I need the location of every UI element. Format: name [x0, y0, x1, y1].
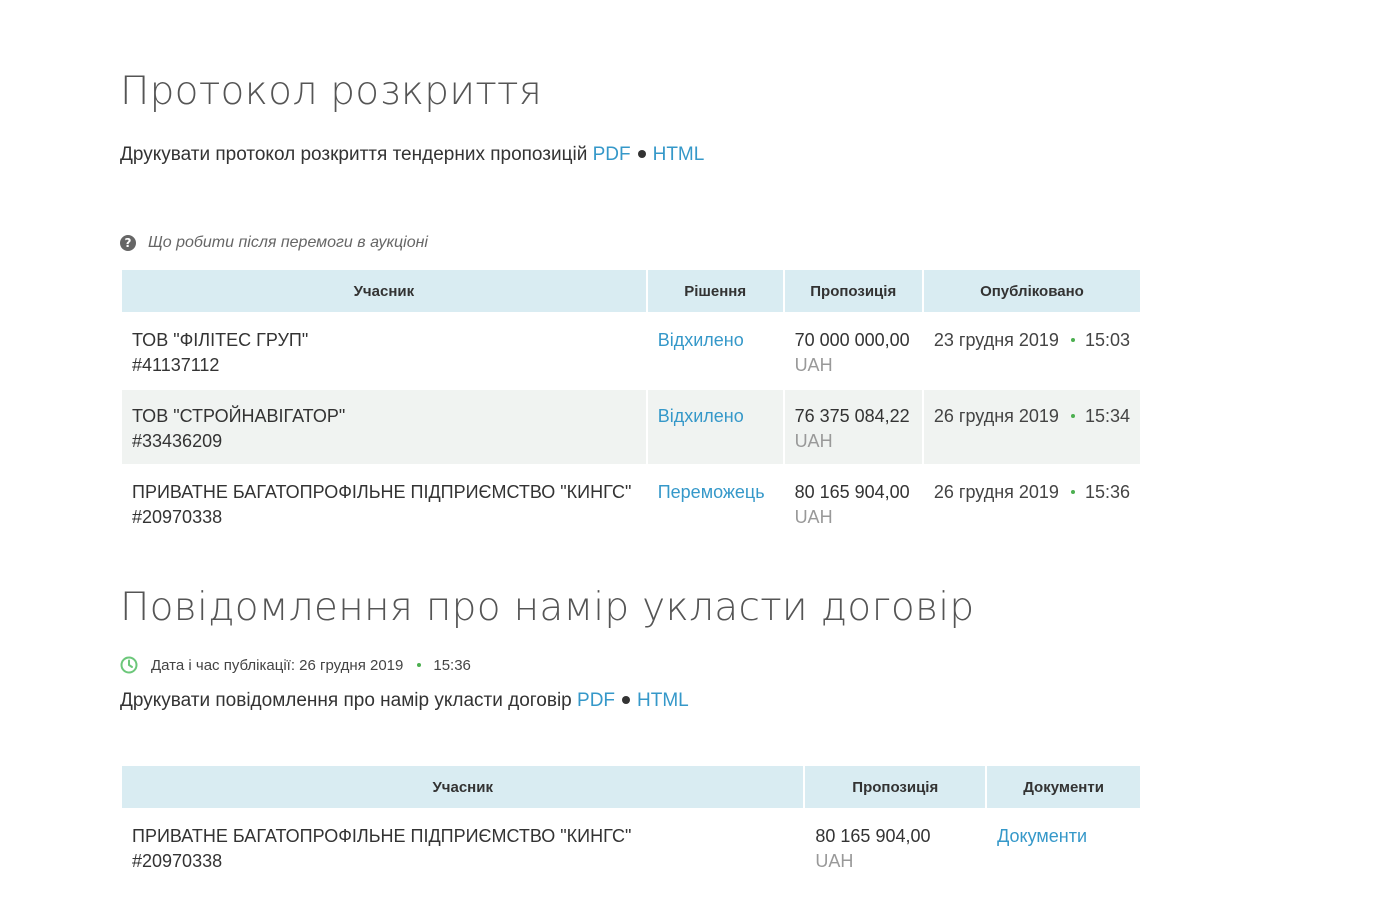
published-cell: 26 грудня 2019 15:34 — [923, 390, 1140, 464]
decision-link[interactable]: Відхилено — [658, 406, 744, 426]
column-header: Опубліковано — [923, 270, 1140, 312]
participant-cell: ПРИВАТНЕ БАГАТОПРОФІЛЬНЕ ПІДПРИЄМСТВО "К… — [122, 810, 803, 884]
green-dot — [1070, 337, 1075, 342]
clock-icon — [120, 656, 138, 674]
print-protocol-text: Друкувати протокол розкриття тендерних п… — [120, 144, 588, 165]
amount-cell: 80 165 904,00 UAH — [785, 466, 922, 540]
participant-name: ТОВ "СТРОЙНАВІГАТОР" — [132, 406, 346, 426]
table-row: ТОВ "СТРОЙНАВІГАТОР" #33436209 Відхилено … — [122, 390, 1140, 464]
published-time: 15:03 — [1084, 330, 1130, 350]
published-cell: 23 грудня 2019 15:03 — [924, 314, 1140, 388]
published-date: 23 грудня 2019 — [933, 330, 1059, 350]
question-circle-icon: ? — [120, 235, 136, 251]
print-notice-text: Друкувати повідомлення про намір укласти… — [120, 690, 572, 711]
amount-cell: 76 375 084,22 UAH — [784, 390, 922, 464]
decision-cell: Відхилено — [647, 390, 783, 464]
decision-cell: Переможець — [648, 466, 783, 540]
participant-cell: ПРИВАТНЕ БАГАТОПРОФІЛЬНЕ ПІДПРИЄМСТВО "К… — [122, 466, 646, 540]
table-row: ПРИВАТНЕ БАГАТОПРОФІЛЬНЕ ПІДПРИЄМСТВО "К… — [122, 810, 1140, 884]
column-header: Учасник — [122, 270, 646, 312]
documents-cell: Документи — [987, 810, 1140, 884]
column-header: Документи — [987, 766, 1140, 808]
notice-title: Повідомлення про намір укласти договір — [120, 585, 975, 630]
currency: UAH — [794, 355, 833, 375]
decision-cell: Відхилено — [648, 314, 783, 388]
participant-name: ПРИВАТНЕ БАГАТОПРОФІЛЬНЕ ПІДПРИЄМСТВО "К… — [132, 826, 632, 846]
decision-link[interactable]: Відхилено — [658, 330, 744, 350]
amount-cell: 70 000 000,00 UAH — [785, 314, 922, 388]
column-header: Пропозиція — [784, 270, 922, 312]
green-dot — [1070, 413, 1075, 418]
table-row: ТОВ "ФІЛІТЕС ГРУП" #41137112 Відхилено 70… — [122, 314, 1140, 388]
green-dot — [417, 663, 422, 667]
separator-dot — [637, 149, 646, 158]
protocol-pdf-link[interactable]: PDF — [593, 144, 631, 165]
participant-code: #33436209 — [132, 431, 223, 451]
published-date: 26 грудня 2019 — [933, 482, 1059, 502]
table-row: ПРИВАТНЕ БАГАТОПРОФІЛЬНЕ ПІДПРИЄМСТВО "К… — [122, 466, 1140, 540]
table-header-row: Учасник Рішення Пропозиція Опубліковано — [122, 270, 1140, 312]
amount-value: 70 000 000,00 — [794, 330, 910, 350]
published-date: 26 грудня 2019 — [933, 406, 1059, 426]
protocol-html-link[interactable]: HTML — [653, 144, 705, 165]
amount-value: 80 165 904,00 — [815, 826, 931, 846]
amount-value: 80 165 904,00 — [794, 482, 910, 502]
protocol-table: Учасник Рішення Пропозиція Опубліковано … — [120, 268, 1142, 542]
participant-cell: ТОВ "ФІЛІТЕС ГРУП" #41137112 — [122, 314, 646, 388]
currency: UAH — [794, 431, 833, 451]
currency: UAH — [815, 851, 854, 871]
documents-link[interactable]: Документи — [997, 826, 1087, 846]
participant-name: ТОВ "ФІЛІТЕС ГРУП" — [132, 330, 309, 350]
participant-cell: ТОВ "СТРОЙНАВІГАТОР" #33436209 — [122, 390, 646, 464]
published-cell: 26 грудня 2019 15:36 — [924, 466, 1140, 540]
participant-code: #20970338 — [132, 851, 223, 871]
column-header: Пропозиція — [805, 766, 986, 808]
published-time: 15:34 — [1084, 406, 1130, 426]
decision-link[interactable]: Переможець — [658, 482, 765, 502]
green-dot — [1070, 489, 1075, 494]
notice-table: Учасник Пропозиція Документи ПРИВАТНЕ БА… — [120, 764, 1142, 886]
print-notice-line: Друкувати повідомлення про намір укласти… — [120, 690, 689, 712]
help-link-text[interactable]: Що робити після перемоги в аукціоні — [148, 234, 428, 252]
column-header: Учасник — [122, 766, 804, 808]
publication-time: 15:36 — [433, 656, 471, 674]
amount-cell: 80 165 904,00 UAH — [805, 810, 985, 884]
protocol-title: Протокол розкриття — [120, 69, 543, 114]
print-protocol-line: Друкувати протокол розкриття тендерних п… — [120, 144, 704, 166]
publication-date-row: Дата і час публікації: 26 грудня 2019 15:… — [120, 656, 471, 674]
participant-code: #20970338 — [132, 507, 223, 527]
amount-value: 76 375 084,22 — [794, 406, 910, 426]
participant-code: #41137112 — [132, 355, 220, 375]
help-link-row[interactable]: ? Що робити після перемоги в аукціоні — [120, 234, 428, 252]
participant-name: ПРИВАТНЕ БАГАТОПРОФІЛЬНЕ ПІДПРИЄМСТВО "К… — [132, 482, 632, 502]
table-header-row: Учасник Пропозиція Документи — [122, 766, 1140, 808]
currency: UAH — [794, 507, 833, 527]
published-time: 15:36 — [1084, 482, 1130, 502]
notice-html-link[interactable]: HTML — [637, 690, 689, 711]
publication-date: Дата і час публікації: 26 грудня 2019 — [151, 656, 404, 674]
notice-pdf-link[interactable]: PDF — [577, 690, 615, 711]
column-header: Рішення — [647, 270, 783, 312]
separator-dot — [622, 695, 631, 704]
